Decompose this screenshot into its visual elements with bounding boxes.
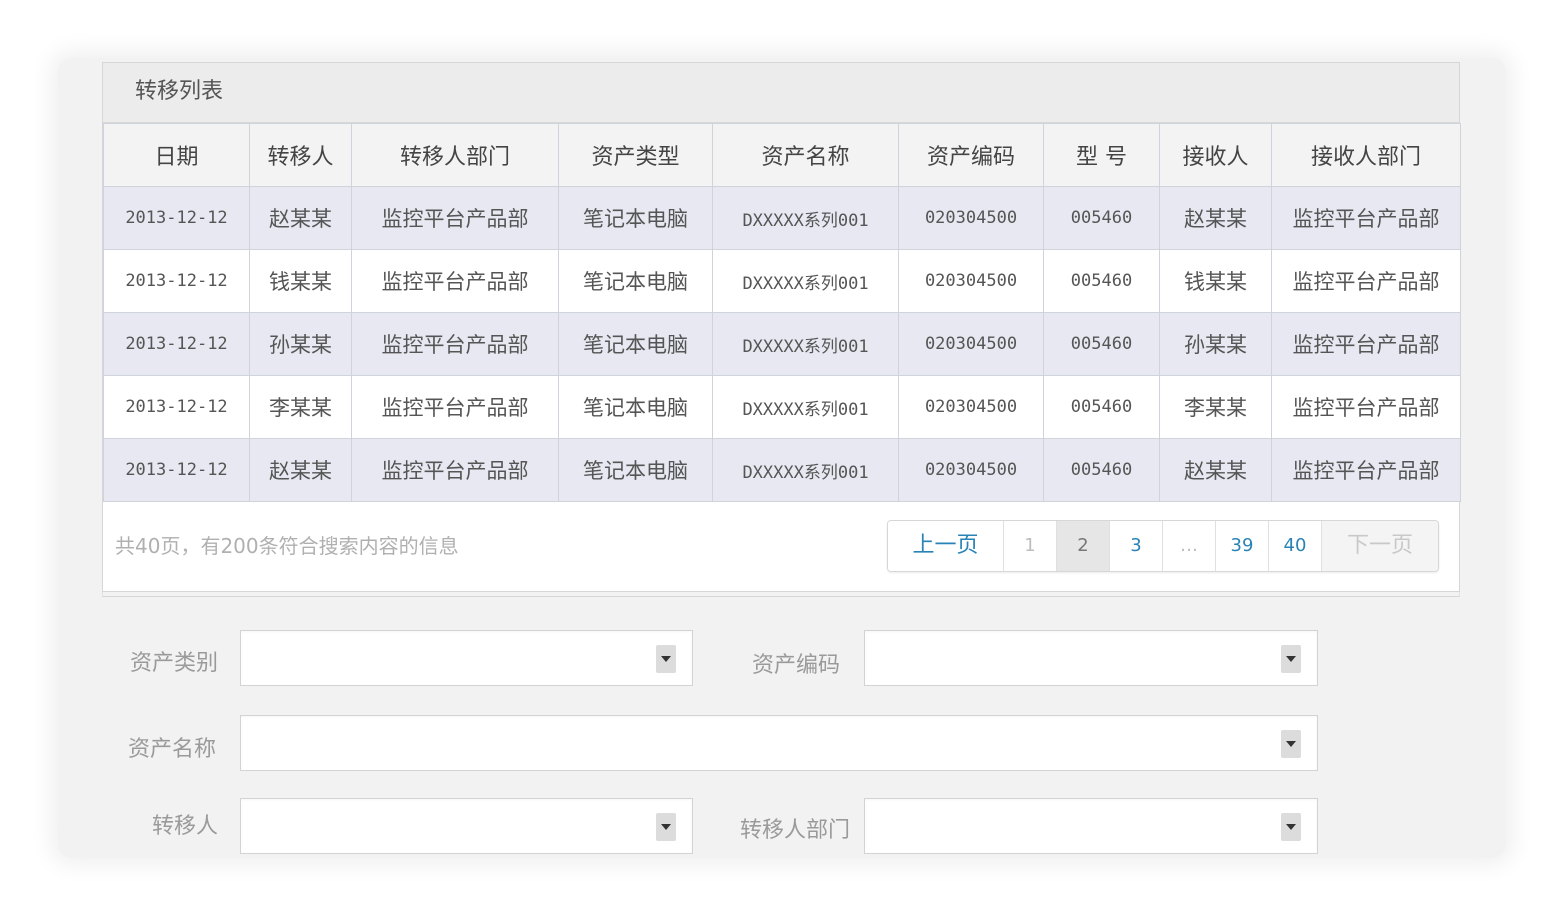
table-header-row: 日期 转移人 转移人部门 资产类型 资产名称 资产编码 型 号 接收人 接收人部… [103, 123, 1461, 187]
cell-transferor: 钱某某 [249, 249, 352, 313]
cell-model: 005460 [1043, 186, 1160, 250]
cell-asset-code: 020304500 [898, 186, 1044, 250]
cell-receiver-dept: 监控平台产品部 [1271, 186, 1461, 250]
column-header-transferor-dept: 转移人部门 [351, 123, 559, 187]
next-page-button[interactable]: 下一页 [1322, 521, 1438, 571]
transferor-dept-label: 转移人部门 [739, 818, 850, 843]
column-header-asset-code: 资产编码 [898, 123, 1044, 187]
cell-asset-name: DXXXXX系列001 [712, 438, 899, 502]
cell-receiver: 钱某某 [1159, 249, 1272, 313]
table-row[interactable]: 2013-12-12 赵某某 监控平台产品部 笔记本电脑 DXXXXX系列001… [103, 186, 1461, 250]
cell-asset-type: 笔记本电脑 [558, 375, 713, 439]
cell-asset-type: 笔记本电脑 [558, 312, 713, 376]
table-footer: 共40页，有200条符合搜索内容的信息 上一页 1 2 3 … 39 40 下一… [103, 502, 1459, 592]
asset-category-select[interactable] [240, 630, 693, 686]
asset-name-select[interactable] [240, 715, 1318, 771]
cell-asset-type: 笔记本电脑 [558, 249, 713, 313]
result-summary: 共40页，有200条符合搜索内容的信息 [115, 534, 459, 558]
chevron-down-icon[interactable] [656, 645, 676, 673]
cell-receiver: 赵某某 [1159, 186, 1272, 250]
asset-name-label: 资产名称 [127, 737, 216, 762]
pagination: 上一页 1 2 3 … 39 40 下一页 [887, 520, 1439, 572]
cell-asset-code: 020304500 [898, 375, 1044, 439]
cell-asset-code: 020304500 [898, 438, 1044, 502]
transferor-select[interactable] [240, 798, 693, 854]
page-1-button[interactable]: 1 [1004, 521, 1057, 571]
table-row[interactable]: 2013-12-12 孙某某 监控平台产品部 笔记本电脑 DXXXXX系列001… [103, 312, 1461, 376]
cell-asset-name: DXXXXX系列001 [712, 375, 899, 439]
cell-receiver-dept: 监控平台产品部 [1271, 249, 1461, 313]
page-40-button[interactable]: 40 [1269, 521, 1322, 571]
chevron-down-icon[interactable] [1281, 730, 1301, 758]
cell-model: 005460 [1043, 375, 1160, 439]
cell-receiver-dept: 监控平台产品部 [1271, 438, 1461, 502]
asset-category-label: 资产类别 [129, 651, 218, 676]
cell-asset-type: 笔记本电脑 [558, 186, 713, 250]
column-header-transferor: 转移人 [249, 123, 352, 187]
cell-transferor: 李某某 [249, 375, 352, 439]
panel-title: 转移列表 [103, 63, 1459, 123]
table-row[interactable]: 2013-12-12 李某某 监控平台产品部 笔记本电脑 DXXXXX系列001… [103, 375, 1461, 439]
cell-asset-name: DXXXXX系列001 [712, 249, 899, 313]
column-header-receiver-dept: 接收人部门 [1271, 123, 1461, 187]
cell-asset-name: DXXXXX系列001 [712, 186, 899, 250]
page-ellipsis: … [1163, 521, 1216, 571]
chevron-down-icon[interactable] [656, 813, 676, 841]
cell-receiver: 李某某 [1159, 375, 1272, 439]
asset-code-select[interactable] [864, 630, 1318, 686]
column-header-date: 日期 [103, 123, 250, 187]
table-row[interactable]: 2013-12-12 赵某某 监控平台产品部 笔记本电脑 DXXXXX系列001… [103, 438, 1461, 502]
cell-asset-type: 笔记本电脑 [558, 438, 713, 502]
transfer-list-panel: 转移列表 日期 转移人 转移人部门 资产类型 资产名称 资产编码 型 号 接收人… [102, 62, 1461, 597]
page-3-button[interactable]: 3 [1110, 521, 1163, 571]
table-row[interactable]: 2013-12-12 钱某某 监控平台产品部 笔记本电脑 DXXXXX系列001… [103, 249, 1461, 313]
cell-transferor: 孙某某 [249, 312, 352, 376]
cell-model: 005460 [1043, 249, 1160, 313]
cell-asset-code: 020304500 [898, 312, 1044, 376]
prev-page-button[interactable]: 上一页 [888, 521, 1004, 571]
column-header-asset-name: 资产名称 [712, 123, 899, 187]
cell-transferor-dept: 监控平台产品部 [351, 186, 559, 250]
cell-receiver: 孙某某 [1159, 312, 1272, 376]
asset-code-label: 资产编码 [751, 653, 840, 678]
cell-model: 005460 [1043, 312, 1160, 376]
chevron-down-icon[interactable] [1281, 645, 1301, 673]
chevron-down-icon[interactable] [1281, 813, 1301, 841]
page-39-button[interactable]: 39 [1216, 521, 1269, 571]
cell-transferor: 赵某某 [249, 186, 352, 250]
cell-asset-name: DXXXXX系列001 [712, 312, 899, 376]
column-header-model: 型 号 [1043, 123, 1160, 187]
cell-date: 2013-12-12 [103, 375, 250, 439]
cell-receiver: 赵某某 [1159, 438, 1272, 502]
transferor-label: 转移人 [151, 814, 218, 839]
cell-transferor-dept: 监控平台产品部 [351, 438, 559, 502]
cell-date: 2013-12-12 [103, 438, 250, 502]
cell-date: 2013-12-12 [103, 312, 250, 376]
cell-transferor-dept: 监控平台产品部 [351, 375, 559, 439]
cell-transferor-dept: 监控平台产品部 [351, 249, 559, 313]
cell-receiver-dept: 监控平台产品部 [1271, 312, 1461, 376]
cell-receiver-dept: 监控平台产品部 [1271, 375, 1461, 439]
column-header-receiver: 接收人 [1159, 123, 1272, 187]
transfer-table: 日期 转移人 转移人部门 资产类型 资产名称 资产编码 型 号 接收人 接收人部… [103, 123, 1461, 502]
cell-date: 2013-12-12 [103, 186, 250, 250]
cell-model: 005460 [1043, 438, 1160, 502]
cell-asset-code: 020304500 [898, 249, 1044, 313]
page-2-button[interactable]: 2 [1057, 521, 1110, 571]
column-header-asset-type: 资产类型 [558, 123, 713, 187]
transferor-dept-select[interactable] [864, 798, 1318, 854]
cell-date: 2013-12-12 [103, 249, 250, 313]
cell-transferor: 赵某某 [249, 438, 352, 502]
cell-transferor-dept: 监控平台产品部 [351, 312, 559, 376]
